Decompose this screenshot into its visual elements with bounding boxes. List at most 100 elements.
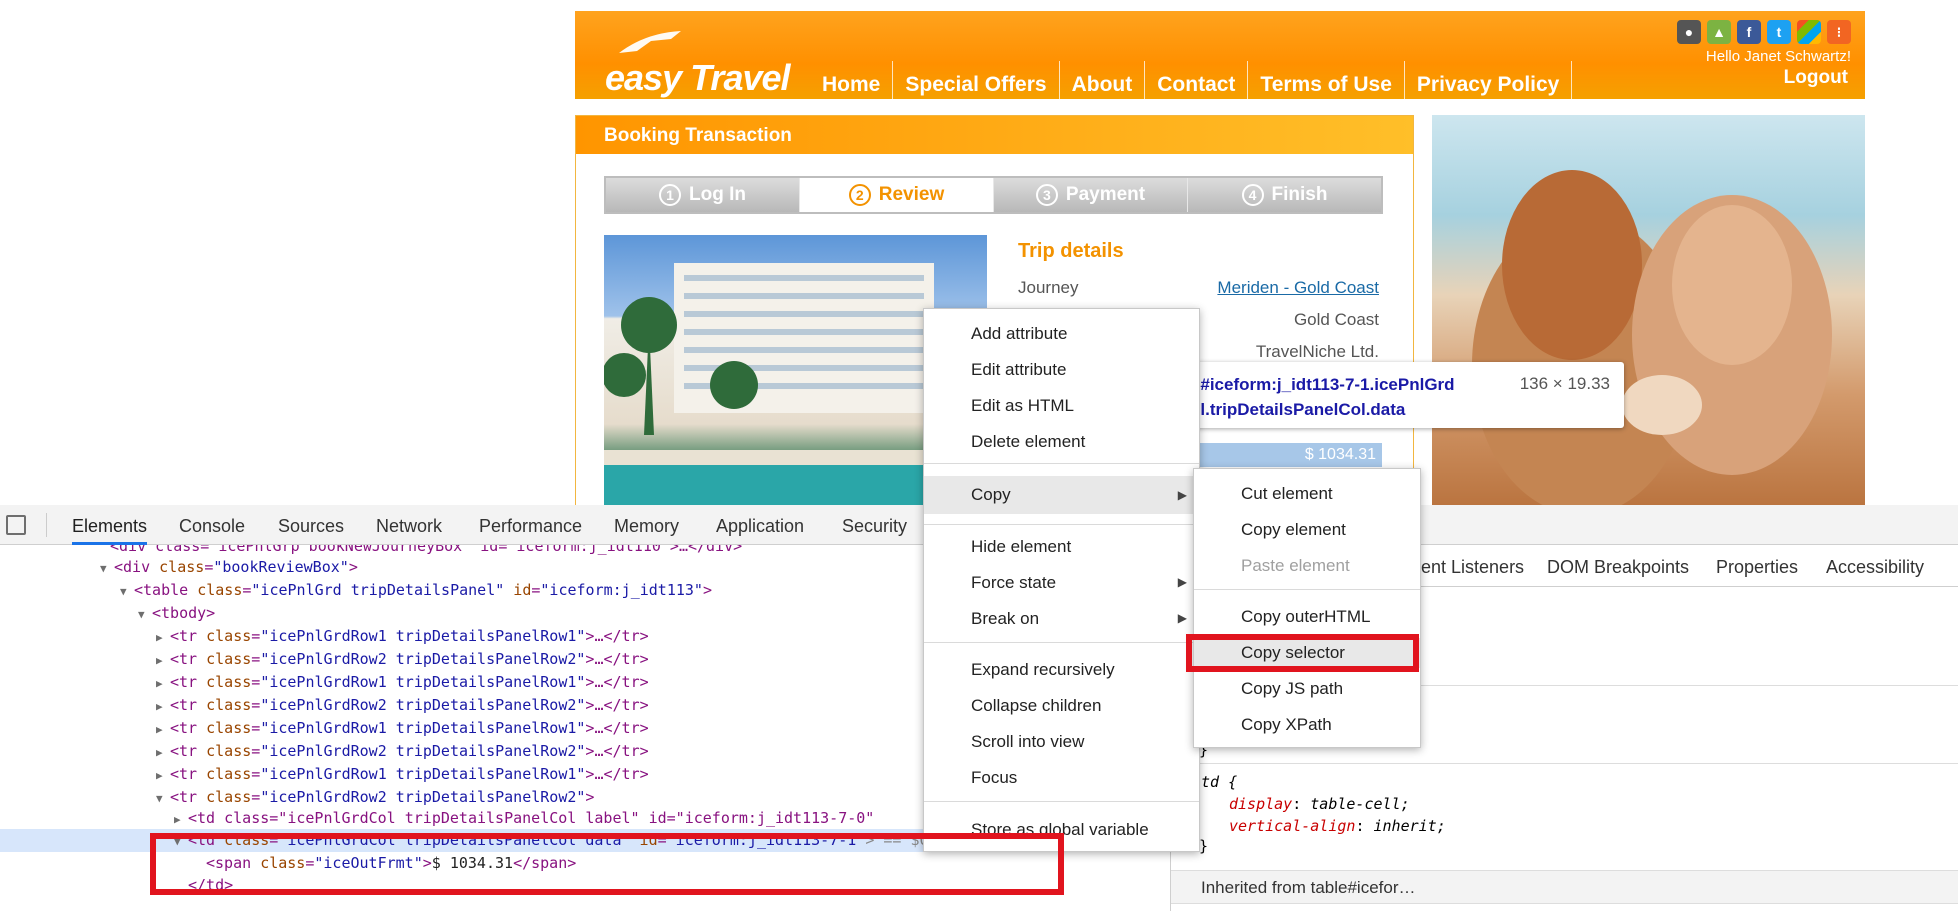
nav-contact[interactable]: Contact — [1145, 61, 1249, 99]
dom-node-line[interactable]: ▼ <table class="icePnlGrd tripDetailsPane… — [120, 579, 712, 602]
step-review[interactable]: 2 Review — [800, 178, 994, 212]
menu-expand-recursively[interactable]: Expand recursively — [924, 655, 1199, 685]
dom-attr-name: class — [206, 673, 252, 691]
menu-cut-element[interactable]: Cut element — [1194, 479, 1420, 509]
expand-triangle-icon[interactable]: ▼ — [156, 787, 170, 810]
twitter-icon[interactable]: t — [1767, 20, 1791, 44]
collapsed-triangle-icon[interactable]: ▶ — [156, 626, 170, 649]
step-number: 2 — [848, 184, 871, 206]
menu-copy-xpath[interactable]: Copy XPath — [1194, 710, 1420, 740]
css-property-value: table-cell; — [1310, 795, 1410, 813]
collapsed-triangle-icon[interactable]: ▶ — [156, 741, 170, 764]
tooltip-dimensions: 136 × 19.33 — [1519, 374, 1610, 393]
collapsed-triangle-icon[interactable]: ▶ — [156, 649, 170, 672]
step-finish[interactable]: 4 Finish — [1188, 178, 1381, 212]
menu-delete-element[interactable]: Delete element — [924, 427, 1199, 457]
menu-focus[interactable]: Focus — [924, 763, 1199, 793]
dom-tr-row[interactable]: ▶ <tr class="icePnlGrdRow1 tripDetailsPan… — [156, 763, 649, 786]
dom-attr-name: class — [206, 696, 252, 714]
submenu-arrow-icon: ▶ — [1177, 611, 1187, 625]
trip-details-heading: Trip details — [1018, 240, 1124, 262]
menu-hide-element[interactable]: Hide element — [924, 532, 1199, 562]
plane-logo-icon — [619, 31, 681, 53]
booking-title: Booking Transaction — [576, 116, 1413, 154]
android-icon[interactable]: ▲ — [1707, 20, 1731, 44]
menu-edit-as-html[interactable]: Edit as HTML — [924, 391, 1199, 421]
dom-tr-row[interactable]: ▶ <tr class="icePnlGrdRow1 tripDetailsPan… — [156, 671, 649, 694]
menu-add-attribute[interactable]: Add attribute — [924, 319, 1199, 349]
step-payment[interactable]: 3 Payment — [994, 178, 1188, 212]
menu-copy[interactable]: Copy ▶ — [924, 476, 1199, 514]
journey-link[interactable]: Meriden - Gold Coast — [1217, 278, 1379, 298]
logout-link[interactable]: Logout — [1784, 67, 1848, 89]
dom-tag: <tr — [170, 627, 207, 645]
menu-break-on[interactable]: Break on ▶ — [924, 604, 1199, 634]
dom-tr-row[interactable]: ▶ <tr class="icePnlGrdRow2 tripDetailsPan… — [156, 694, 649, 717]
beach-couple-photo — [1432, 115, 1865, 515]
menu-divider — [924, 524, 1199, 525]
tab-accessibility[interactable]: Accessibility — [1826, 557, 1924, 578]
device-toolbar-icon[interactable] — [6, 515, 26, 535]
tab-properties[interactable]: Properties — [1716, 557, 1798, 578]
collapsed-triangle-icon[interactable]: ▶ — [156, 695, 170, 718]
tab-console[interactable]: Console — [179, 505, 245, 545]
tab-application[interactable]: Application — [716, 505, 804, 545]
menu-scroll-into-view[interactable]: Scroll into view — [924, 727, 1199, 757]
windows-icon[interactable] — [1797, 20, 1821, 44]
menu-edit-attribute[interactable]: Edit attribute — [924, 355, 1199, 385]
dom-attr-name: id — [504, 581, 532, 599]
nav-home[interactable]: Home — [810, 61, 894, 99]
step-number: 3 — [1035, 184, 1058, 206]
tab-sources[interactable]: Sources — [278, 505, 344, 545]
nav-special-offers[interactable]: Special Offers — [893, 61, 1060, 99]
dom-attr-value: "bookReviewBox" — [213, 558, 349, 576]
apple-icon[interactable]: ● — [1677, 20, 1701, 44]
style-declaration[interactable]: vertical-align: inherit; — [1229, 817, 1446, 835]
destination-value: Gold Coast — [1293, 310, 1379, 329]
tooltip-selector-line: ol.tripDetailsPanelCol.data — [1190, 400, 1406, 419]
dom-tag: <tr — [170, 719, 207, 737]
dom-tag-end: >…</tr> — [585, 719, 649, 737]
style-declaration[interactable]: display: table-cell; — [1229, 795, 1410, 813]
collapsed-triangle-icon[interactable]: ▶ — [174, 808, 188, 831]
menu-copy-outerhtml[interactable]: Copy outerHTML — [1194, 602, 1420, 632]
tab-elements[interactable]: Elements — [72, 505, 148, 545]
dom-tr-row-open[interactable]: ▼ <tr class="icePnlGrdRow2 tripDetailsPan… — [156, 786, 594, 809]
dom-attr-value: "icePnlGrdRow2 tripDetailsPanelRow2" — [260, 650, 586, 668]
tab-performance[interactable]: Performance — [479, 505, 582, 545]
rss-icon[interactable]: ⁝ — [1827, 20, 1851, 44]
style-rule-divider — [1171, 763, 1958, 764]
tab-security[interactable]: Security — [842, 505, 907, 545]
menu-copy-js-path[interactable]: Copy JS path — [1194, 674, 1420, 704]
facebook-icon[interactable]: f — [1737, 20, 1761, 44]
tab-network[interactable]: Network — [376, 505, 442, 545]
dom-node-line[interactable]: ▼ <div class="bookReviewBox"> — [100, 556, 358, 579]
site-logo[interactable]: easy Travel — [605, 57, 791, 99]
nav-privacy-policy[interactable]: Privacy Policy — [1405, 61, 1573, 99]
copy-submenu: Cut element Copy element Paste element C… — [1193, 468, 1421, 748]
menu-collapse-children[interactable]: Collapse children — [924, 691, 1199, 721]
dom-td-label[interactable]: ▶ <td class="icePnlGrdCol tripDetailsPane… — [174, 807, 874, 830]
main-nav: Home Special Offers About Contact Terms … — [810, 61, 1573, 99]
dom-tr-row[interactable]: ▶ <tr class="icePnlGrdRow1 tripDetailsPan… — [156, 717, 649, 740]
dom-tr-row[interactable]: ▶ <tr class="icePnlGrdRow2 tripDetailsPan… — [156, 740, 649, 763]
expand-triangle-icon[interactable]: ▼ — [100, 557, 114, 580]
tab-memory[interactable]: Memory — [614, 505, 679, 545]
expand-triangle-icon[interactable]: ▼ — [120, 580, 134, 603]
dom-attr-name: class — [206, 742, 252, 760]
collapsed-triangle-icon[interactable]: ▶ — [156, 764, 170, 787]
dom-tr-row[interactable]: ▶ <tr class="icePnlGrdRow1 tripDetailsPan… — [156, 625, 649, 648]
dom-node-line[interactable]: ▼ <tbody> — [138, 602, 215, 625]
nav-about[interactable]: About — [1060, 61, 1146, 99]
expand-triangle-icon[interactable]: ▼ — [138, 603, 152, 626]
style-rule-close: } — [1199, 837, 1209, 855]
tab-event-listeners[interactable]: ent Listeners — [1421, 557, 1524, 578]
menu-copy-element[interactable]: Copy element — [1194, 515, 1420, 545]
dom-tr-row[interactable]: ▶ <tr class="icePnlGrdRow2 tripDetailsPan… — [156, 648, 649, 671]
nav-terms-of-use[interactable]: Terms of Use — [1248, 61, 1405, 99]
collapsed-triangle-icon[interactable]: ▶ — [156, 718, 170, 741]
step-log-in[interactable]: 1 Log In — [606, 178, 800, 212]
menu-force-state[interactable]: Force state ▶ — [924, 568, 1199, 598]
collapsed-triangle-icon[interactable]: ▶ — [156, 672, 170, 695]
tab-dom-breakpoints[interactable]: DOM Breakpoints — [1547, 557, 1689, 578]
